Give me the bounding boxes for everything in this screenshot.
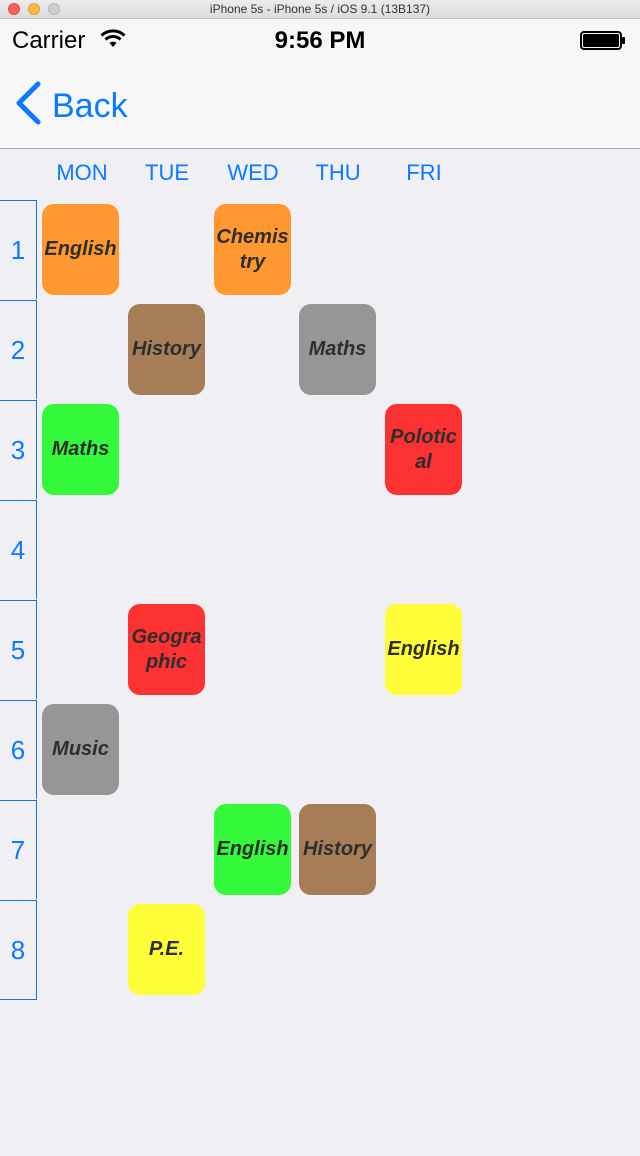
class-label: History (132, 338, 201, 360)
class-cell[interactable]: Geographic (128, 604, 205, 695)
chevron-left-icon (14, 81, 42, 130)
class-cell[interactable]: History (299, 804, 376, 895)
class-cell[interactable]: Maths (299, 304, 376, 395)
class-cell[interactable]: English (214, 804, 291, 895)
day-header-wed: WED (227, 160, 279, 185)
class-label: Chemistry (216, 225, 289, 273)
class-label: Polotical (390, 425, 457, 473)
day-header-fri: FRI (406, 160, 442, 185)
class-cell[interactable]: Chemistry (214, 204, 291, 295)
class-label: Music (52, 738, 109, 760)
class-label: English (387, 638, 460, 660)
battery-icon (580, 31, 625, 50)
day-header-thu: THU (315, 160, 361, 185)
period-label-5: 5 (0, 600, 37, 699)
period-label-7: 7 (0, 800, 37, 899)
class-label: History (303, 838, 372, 860)
class-cell[interactable]: English (385, 604, 462, 695)
class-cell[interactable]: English (42, 204, 119, 295)
class-cell[interactable]: Maths (42, 404, 119, 495)
class-label: Maths (308, 338, 367, 360)
day-header-tue: TUE (145, 160, 189, 185)
class-cell[interactable]: Music (42, 704, 119, 795)
class-label: English (216, 838, 289, 860)
class-label: Maths (51, 438, 110, 460)
window-title: iPhone 5s - iPhone 5s / iOS 9.1 (13B137) (209, 2, 431, 16)
class-label: P.E. (148, 938, 185, 960)
class-cell[interactable]: P.E. (128, 904, 205, 995)
back-button[interactable]: Back (14, 81, 128, 130)
status-bar: Carrier 9:56 PM (0, 19, 640, 63)
simulator-title-bar: iPhone 5s - iPhone 5s / iOS 9.1 (13B137) (0, 0, 640, 19)
navigation-bar: Back (0, 63, 640, 149)
day-header-mon: MON (56, 160, 108, 185)
class-cell[interactable]: History (128, 304, 205, 395)
period-label-2: 2 (0, 300, 37, 399)
period-label-8: 8 (0, 900, 37, 1000)
class-label: English (44, 238, 117, 260)
class-cell[interactable]: Polotical (385, 404, 462, 495)
period-label-3: 3 (0, 400, 37, 499)
period-label-1: 1 (0, 200, 37, 299)
period-label-6: 6 (0, 700, 37, 799)
status-time: 9:56 PM (274, 27, 366, 54)
back-label: Back (52, 86, 128, 125)
period-label-4: 4 (0, 500, 37, 599)
class-label: Geographic (131, 625, 202, 673)
